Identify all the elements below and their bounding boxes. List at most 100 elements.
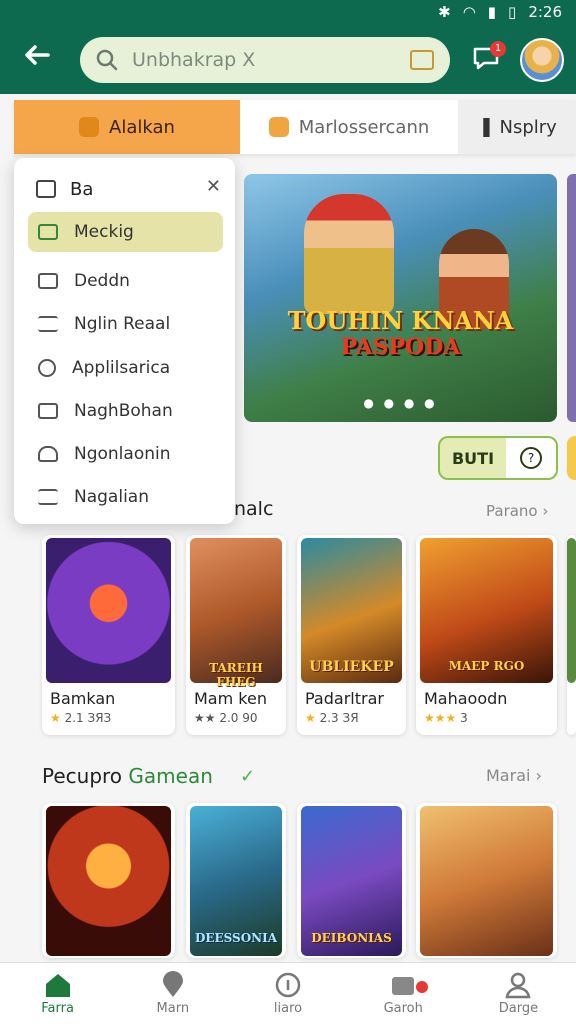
game-name: Bamkan <box>50 689 116 708</box>
nav-store[interactable]: Garoh <box>346 963 461 1024</box>
nav-home[interactable]: Farra <box>0 963 115 1024</box>
section2-title-b: Gamean <box>128 764 213 788</box>
menu-item-meckig[interactable]: Meckig <box>28 212 223 252</box>
wifi-icon: ◠ <box>462 3 476 21</box>
game-art <box>420 806 553 956</box>
game-name: Mahaoodn <box>424 689 508 708</box>
home-icon <box>43 971 73 999</box>
extra-button-peek[interactable] <box>567 436 576 480</box>
next-banner-peek[interactable] <box>567 174 576 422</box>
game-card[interactable]: MAEP RGO Mahaoodn ★★★ 3 <box>416 535 557 735</box>
comment-button[interactable]: ? <box>506 436 558 480</box>
tab-badge-icon <box>79 117 100 137</box>
notification-badge: 1 <box>490 41 506 57</box>
menu-item-label: Meckig <box>74 222 134 242</box>
menu-item-label: Nagalian <box>74 487 149 507</box>
check-icon: ✓ <box>240 766 256 787</box>
signal-icon: ▮ <box>487 3 497 21</box>
menu-lines-icon <box>38 489 58 505</box>
game-art <box>46 806 171 956</box>
menu-item-naghbohan[interactable]: NaghBohan <box>28 391 223 431</box>
menu-item-label: Nglin Reaal <box>74 314 171 334</box>
person-icon <box>503 971 533 999</box>
rating-extra: 90 <box>242 711 258 725</box>
menu-header-label: Ba <box>70 178 94 200</box>
banner-title: TOUHIN KNANA <box>287 306 514 335</box>
rating-value: 2.3 <box>319 711 339 725</box>
person-icon <box>38 446 58 462</box>
search-bar[interactable]: Unbhakrap X <box>80 37 450 83</box>
tab-search-icon <box>268 117 289 137</box>
menu-item-icon <box>38 224 58 240</box>
game-card[interactable]: Bamkan ★ 2.1 ЗЯЗ <box>42 535 175 735</box>
info-circle-icon <box>273 971 303 999</box>
filter-icon[interactable] <box>410 50 434 70</box>
nav-profile[interactable]: Darge <box>461 963 576 1024</box>
game-rating: ★ 2.3 ЗЯ <box>305 711 359 725</box>
tab-label: Alalkan <box>109 116 175 138</box>
section2-title-a: Pecupro <box>42 764 123 788</box>
banner-subtitle: PASPODA <box>340 334 461 360</box>
notification-dot <box>415 981 428 993</box>
nav-label: liaro <box>273 1001 303 1016</box>
game-card[interactable]: DEIBONIAS <box>297 803 406 958</box>
game-rating: ★★★ 3 <box>424 711 468 725</box>
game-rating: ★★ 2.0 90 <box>194 711 258 725</box>
buti-button[interactable]: BUTI <box>438 436 508 480</box>
avatar[interactable] <box>520 38 564 82</box>
menu-item-deddn[interactable]: Deddn <box>28 261 223 301</box>
bluetooth-icon: ✱ <box>438 3 451 21</box>
nav-map[interactable]: Marn <box>115 963 230 1024</box>
game-card[interactable]: TAREIH FHEG Mam ken ★★ 2.0 90 <box>186 535 286 735</box>
game-name: Mam ken <box>194 689 267 708</box>
nav-label: Garoh <box>383 1001 423 1016</box>
rating-value: ★★ 2.0 <box>194 711 239 725</box>
nav-label: Darge <box>498 1001 539 1016</box>
nav-info[interactable]: liaro <box>230 963 345 1024</box>
section1-more-link[interactable]: Parano › <box>486 502 548 520</box>
list-icon <box>38 316 58 332</box>
menu-header-icon <box>36 180 56 198</box>
featured-banner[interactable]: TOUHIN KNANA PASPODA ● ● ● ● <box>244 174 557 422</box>
search-input[interactable]: Unbhakrap X <box>132 49 410 71</box>
game-art-label: DEIBONIAS <box>311 931 392 945</box>
carousel-dots[interactable]: ● ● ● ● <box>244 396 557 410</box>
menu-item-ngonlaonin[interactable]: Ngonlaonin <box>28 434 223 474</box>
search-icon <box>94 47 120 73</box>
close-icon[interactable]: ✕ <box>206 176 221 197</box>
tab-label: Nsplry <box>499 116 557 138</box>
menu-item-applilsarica[interactable]: Applilsarica <box>28 348 223 388</box>
section2-more-link[interactable]: Marai › <box>486 766 542 785</box>
menu-item-label: Ngonlaonin <box>74 444 171 464</box>
status-bar: ✱ ◠ ▮ ▯ 2:26 <box>0 0 576 26</box>
tab-nsplry[interactable]: ▐ Nsplry <box>458 100 576 154</box>
game-card[interactable]: UBLIEKEP Padarltrar ★ 2.3 ЗЯ <box>297 535 406 735</box>
status-time: 2:26 <box>528 3 562 21</box>
square-icon <box>38 403 58 419</box>
back-arrow-icon[interactable] <box>22 40 62 80</box>
circle-icon <box>38 359 56 377</box>
game-card[interactable]: DEESSONIA <box>186 803 286 958</box>
rating-value: 2.1 <box>64 711 84 725</box>
game-art-label: DEESSONIA <box>194 931 278 945</box>
menu-item-label: Deddn <box>74 271 130 291</box>
game-card[interactable] <box>416 803 557 958</box>
bottom-navigation: Farra Marn liaro Garoh Darge <box>0 962 576 1024</box>
menu-item-nglin-reaal[interactable]: Nglin Reaal <box>28 304 223 344</box>
tab-marlossercann[interactable]: Marlossercann <box>240 100 458 154</box>
tab-alalkan[interactable]: Alalkan <box>14 100 240 154</box>
game-rating: ★ 2.1 ЗЯЗ <box>50 711 111 725</box>
game-card[interactable] <box>42 803 175 958</box>
location-pin-icon <box>158 971 188 999</box>
section2-title: Pecupro Gamean <box>42 764 213 788</box>
menu-header: Ba <box>36 176 221 202</box>
menu-item-nagalian[interactable]: Nagalian <box>28 477 223 517</box>
game-art-label: MAEP RGO <box>448 659 525 673</box>
star-icon: ★★★ <box>424 711 457 725</box>
game-card-peek[interactable] <box>567 535 576 735</box>
rating-value: 3 <box>460 711 468 725</box>
dropdown-menu: Ba ✕ Meckig Deddn Nglin Reaal Applilsari… <box>14 158 235 524</box>
rating-extra: ЗЯЗ <box>87 711 112 725</box>
game-art <box>46 538 171 683</box>
more-label: Parano <box>486 502 538 520</box>
